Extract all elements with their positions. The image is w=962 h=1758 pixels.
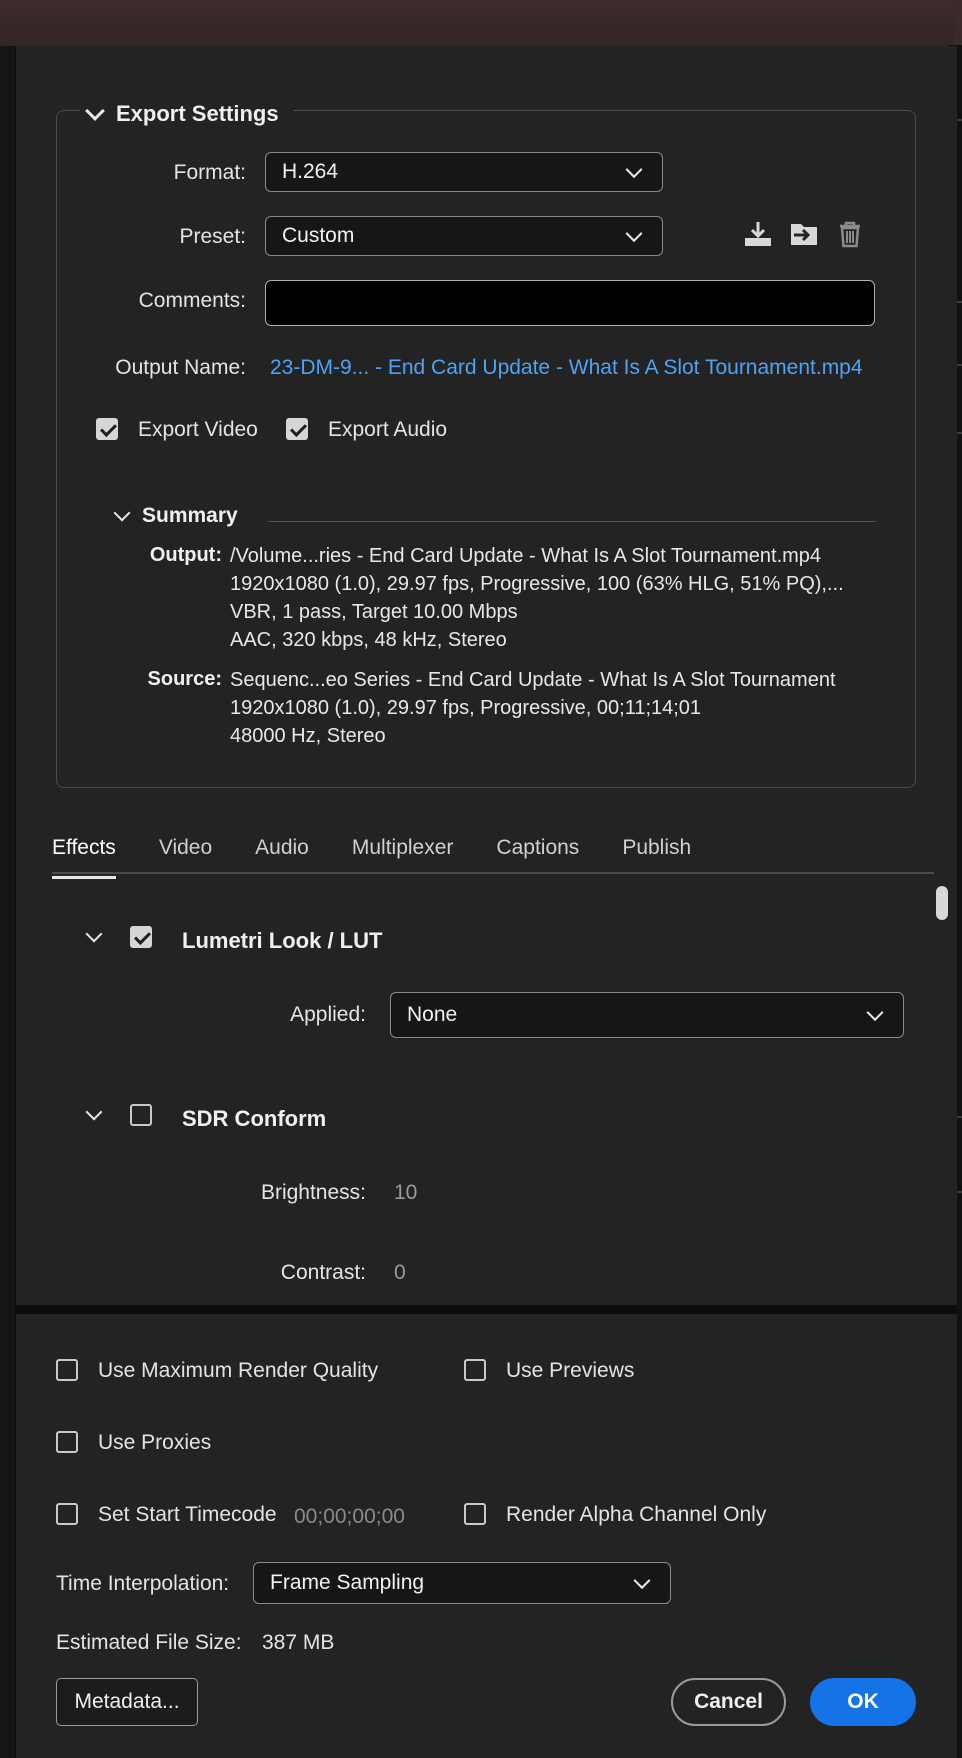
- right-panel-edge: [957, 46, 962, 1758]
- preset-select[interactable]: Custom: [265, 216, 663, 256]
- use-previews-label: Use Previews: [506, 1359, 635, 1382]
- start-timecode-value[interactable]: 00;00;00;00: [294, 1505, 405, 1529]
- export-video-checkbox[interactable]: [96, 418, 118, 440]
- start-timecode-checkbox[interactable]: [56, 1503, 78, 1525]
- brightness-label: Brightness:: [260, 1181, 366, 1204]
- time-interpolation-label: Time Interpolation:: [56, 1572, 230, 1595]
- lumetri-applied-select[interactable]: None: [390, 992, 904, 1038]
- render-alpha-checkbox[interactable]: [464, 1503, 486, 1525]
- lumetri-title: Lumetri Look / LUT: [182, 928, 383, 953]
- settings-tabs: Effects Video Audio Multiplexer Captions…: [52, 836, 734, 879]
- source-line: Sequenc...eo Series - End Card Update - …: [230, 669, 836, 691]
- contrast-value[interactable]: 0: [394, 1261, 406, 1285]
- export-video-label: Export Video: [138, 418, 258, 441]
- chevron-down-icon[interactable]: [85, 925, 103, 943]
- format-select[interactable]: H.264: [265, 152, 663, 192]
- window-top-bar: [0, 0, 962, 46]
- tab-publish[interactable]: Publish: [622, 836, 691, 876]
- ok-button[interactable]: OK: [810, 1678, 916, 1726]
- source-summary: Sequenc...eo Series - End Card Update - …: [230, 666, 836, 750]
- tab-captions[interactable]: Captions: [496, 836, 579, 876]
- contrast-label: Contrast:: [280, 1261, 366, 1284]
- estimated-size-label: Estimated File Size:: [56, 1631, 242, 1654]
- use-proxies-checkbox[interactable]: [56, 1431, 78, 1453]
- chevron-down-icon[interactable]: [85, 1103, 103, 1121]
- brightness-value[interactable]: 10: [394, 1181, 417, 1205]
- tabs-underline: [52, 872, 934, 874]
- cancel-button[interactable]: Cancel: [671, 1678, 786, 1726]
- estimated-size-value: 387 MB: [262, 1631, 335, 1654]
- output-line: AAC, 320 kbps, 48 kHz, Stereo: [230, 629, 507, 651]
- format-value: H.264: [282, 160, 339, 183]
- trash-icon[interactable]: [834, 218, 866, 250]
- sdr-conform-title: SDR Conform: [182, 1106, 327, 1131]
- use-previews-checkbox[interactable]: [464, 1359, 486, 1381]
- time-interpolation-value: Frame Sampling: [270, 1571, 425, 1594]
- chevron-down-icon: [866, 1004, 884, 1022]
- summary-divider: [268, 521, 876, 522]
- left-panel-edge: [0, 46, 16, 1758]
- export-audio-checkbox[interactable]: [286, 418, 308, 440]
- export-settings-title: Export Settings: [116, 101, 279, 126]
- comments-field[interactable]: [265, 280, 875, 326]
- comments-label: Comments:: [138, 289, 246, 312]
- output-summary: /Volume...ries - End Card Update - What …: [230, 542, 844, 654]
- use-proxies-label: Use Proxies: [98, 1431, 212, 1454]
- effects-scrollbar[interactable]: [936, 886, 948, 920]
- applied-label: Applied:: [290, 1003, 366, 1026]
- save-preset-icon[interactable]: [742, 218, 774, 250]
- format-label: Format:: [173, 161, 246, 184]
- source-line: 1920x1080 (1.0), 29.97 fps, Progressive,…: [230, 697, 702, 719]
- chevron-down-icon[interactable]: [85, 101, 105, 121]
- output-line: VBR, 1 pass, Target 10.00 Mbps: [230, 601, 518, 623]
- metadata-button[interactable]: Metadata...: [56, 1678, 198, 1726]
- chevron-down-icon[interactable]: [113, 504, 131, 522]
- lumetri-checkbox[interactable]: [130, 926, 152, 948]
- sdr-conform-checkbox[interactable]: [130, 1104, 152, 1126]
- preset-value: Custom: [282, 224, 355, 247]
- tab-video[interactable]: Video: [159, 836, 212, 876]
- source-key: Source:: [147, 668, 222, 690]
- import-preset-icon[interactable]: [788, 218, 820, 250]
- tab-multiplexer[interactable]: Multiplexer: [352, 836, 454, 876]
- output-line: 1920x1080 (1.0), 29.97 fps, Progressive,…: [230, 573, 844, 595]
- source-line: 48000 Hz, Stereo: [230, 725, 386, 747]
- export-dialog: Export Settings Format: H.264 Preset: Cu…: [16, 46, 957, 1758]
- preset-label: Preset:: [179, 225, 246, 248]
- export-settings-header[interactable]: Export Settings: [80, 96, 293, 132]
- export-audio-label: Export Audio: [328, 418, 448, 441]
- chevron-down-icon: [633, 1572, 651, 1590]
- tab-audio[interactable]: Audio: [255, 836, 309, 876]
- start-timecode-label: Set Start Timecode: [98, 1503, 277, 1526]
- output-line: /Volume...ries - End Card Update - What …: [230, 545, 822, 567]
- max-render-quality-label: Use Maximum Render Quality: [98, 1359, 379, 1382]
- output-name-label: Output Name:: [115, 356, 246, 379]
- chevron-down-icon: [625, 225, 643, 243]
- applied-value: None: [407, 1003, 458, 1026]
- max-render-quality-checkbox[interactable]: [56, 1359, 78, 1381]
- render-alpha-label: Render Alpha Channel Only: [506, 1503, 767, 1526]
- summary-title: Summary: [142, 504, 238, 527]
- time-interpolation-select[interactable]: Frame Sampling: [253, 1562, 671, 1604]
- summary-header[interactable]: Summary: [113, 504, 238, 528]
- output-name-link[interactable]: 23-DM-9... - End Card Update - What Is A…: [270, 356, 863, 380]
- output-key: Output:: [149, 544, 222, 566]
- chevron-down-icon: [625, 161, 643, 179]
- panel-divider: [16, 1305, 957, 1314]
- tab-effects[interactable]: Effects: [52, 836, 116, 879]
